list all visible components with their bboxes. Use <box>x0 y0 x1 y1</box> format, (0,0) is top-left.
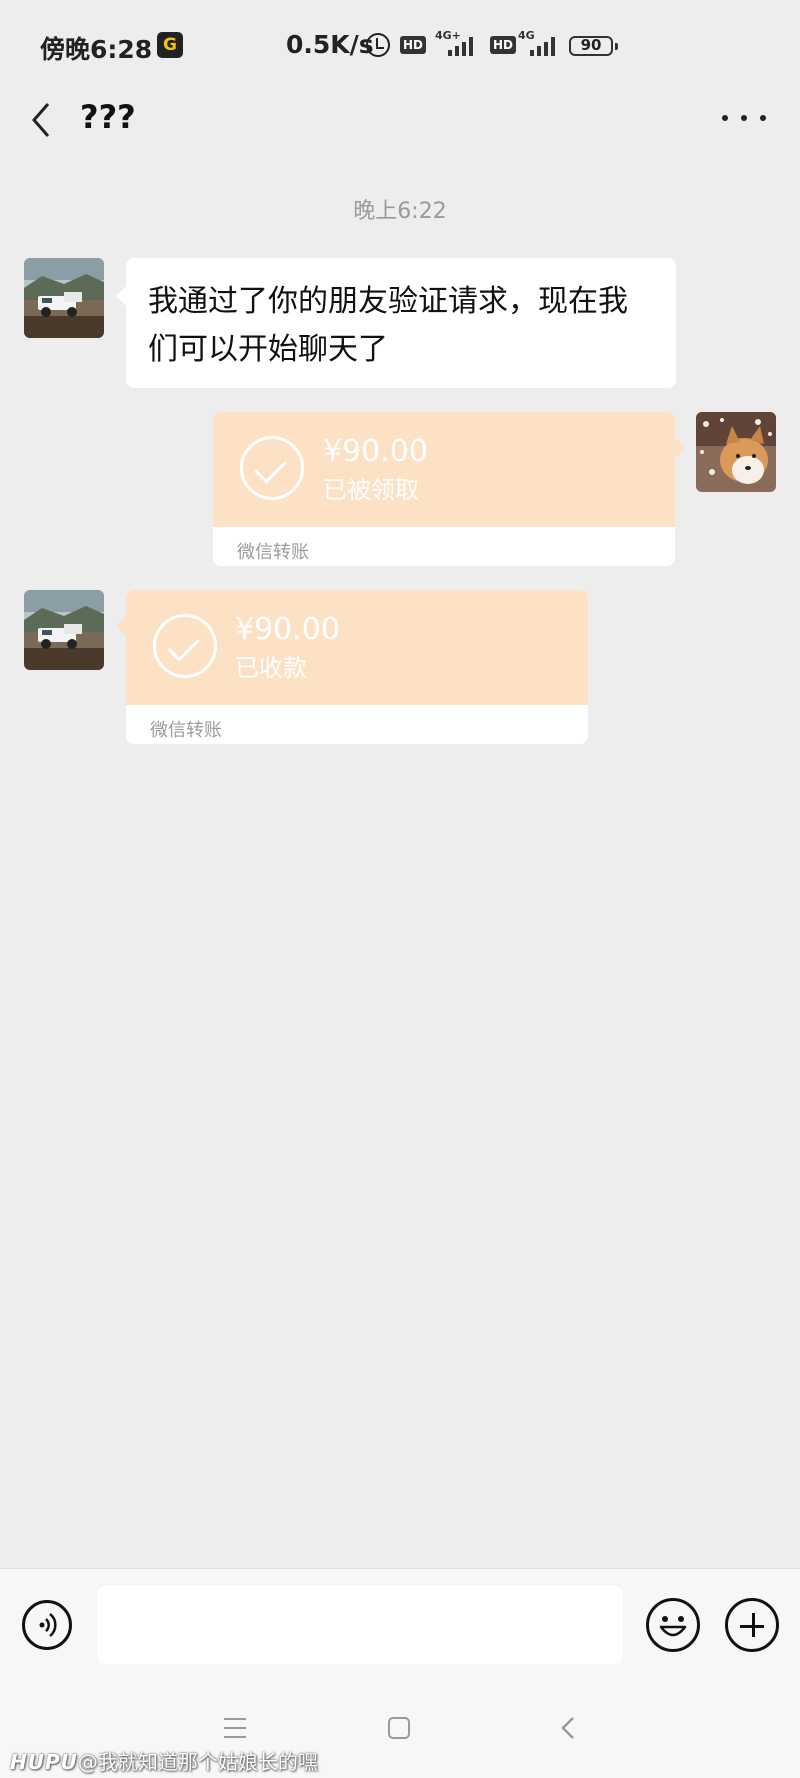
emoji-icon[interactable] <box>646 1598 700 1652</box>
transfer-label: 微信转账 <box>150 720 222 741</box>
hd-badge-2: HD <box>490 36 517 54</box>
chat-timestamp: 晚上6:22 <box>353 199 447 224</box>
app-notification-icon: G <box>157 32 183 58</box>
hd-badge-1: HD <box>400 36 427 54</box>
watermark-brand: HUPU <box>10 1750 78 1774</box>
signal-icon-1 <box>448 36 478 56</box>
transfer-amount: ¥90.00 <box>235 612 340 647</box>
status-time: 傍晚6:28 <box>40 35 153 64</box>
status-bar: 傍晚6:28 G 0.5K/s HD 4G+ HD 4G 90 <box>0 0 800 95</box>
voice-input-icon[interactable] <box>22 1600 72 1650</box>
contact-avatar[interactable] <box>24 590 104 670</box>
watermark-text: @我就知道那个姑娘长的嘿 <box>77 1750 318 1774</box>
signal-icon-2 <box>530 36 560 56</box>
chat-title: ??? <box>80 98 136 136</box>
check-circle-icon <box>153 614 217 678</box>
alarm-icon <box>366 33 390 57</box>
back-arrow-icon[interactable] <box>26 98 66 142</box>
transfer-status: 已收款 <box>235 654 307 682</box>
transfer-amount: ¥90.00 <box>323 434 428 469</box>
plus-icon[interactable] <box>725 1598 779 1652</box>
menu-icon[interactable] <box>224 1718 246 1738</box>
message-input[interactable] <box>97 1586 623 1664</box>
transfer-status: 已被领取 <box>323 476 419 504</box>
home-icon[interactable] <box>388 1717 410 1739</box>
more-options-icon[interactable] <box>722 103 766 133</box>
transfer-label: 微信转账 <box>237 542 309 563</box>
watermark: HUPU@我就知道那个姑娘长的嘿 <box>10 1746 318 1775</box>
battery-icon: 90 <box>569 36 618 56</box>
my-avatar[interactable] <box>696 412 776 492</box>
transfer-card-received[interactable]: ¥90.00 已收款 微信转账 <box>116 590 588 744</box>
nav-back-icon[interactable] <box>560 1716 576 1740</box>
check-circle-icon <box>240 436 304 500</box>
message-bubble-text[interactable]: 我通过了你的朋友验证请求，现在我们可以开始聊天了 <box>116 258 676 388</box>
transfer-card-sent[interactable]: ¥90.00 已被领取 微信转账 <box>213 412 685 566</box>
contact-avatar[interactable] <box>24 258 104 338</box>
network-speed: 0.5K/s <box>286 30 374 59</box>
